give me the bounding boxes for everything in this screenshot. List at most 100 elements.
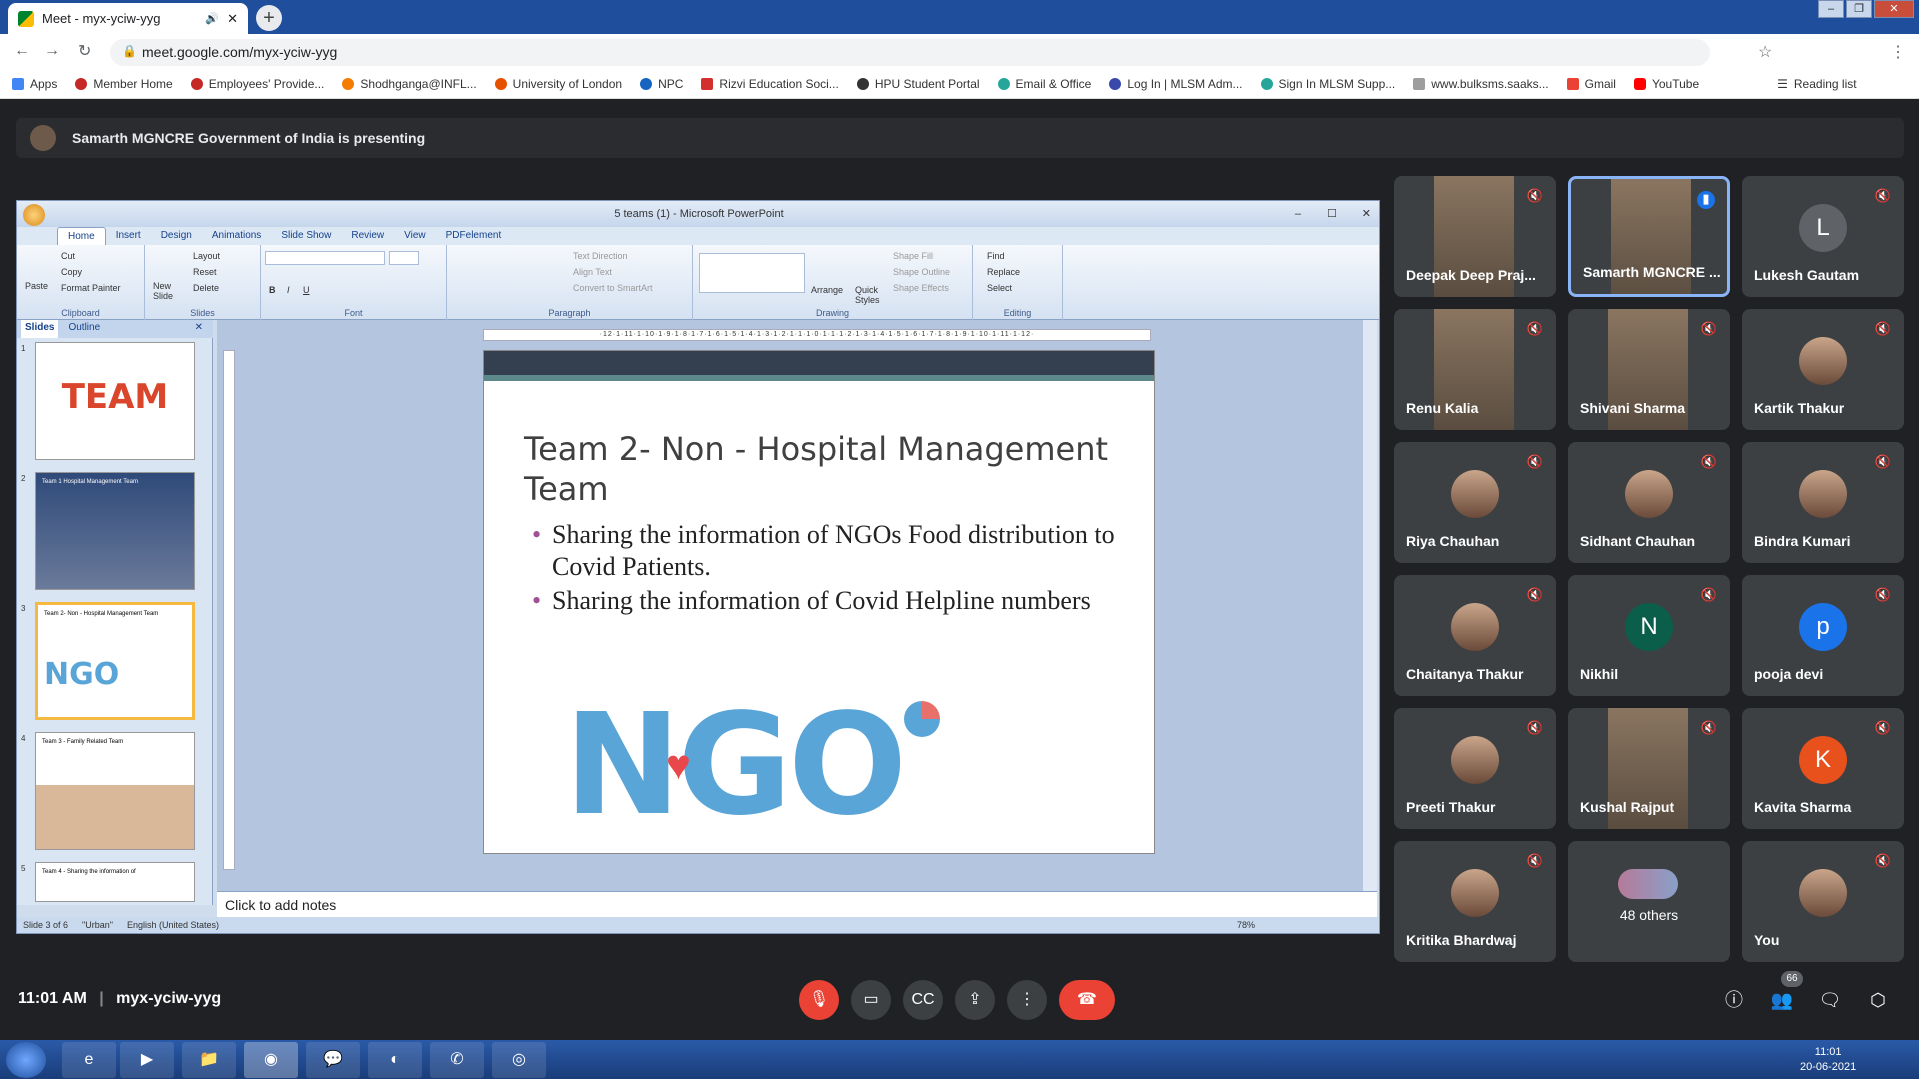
ribbon-tab-animations[interactable]: Animations bbox=[202, 227, 271, 245]
participant-tile[interactable]: Preeti Thakur 🔇 bbox=[1394, 708, 1556, 829]
replace-button[interactable]: Replace bbox=[987, 267, 1020, 277]
ribbon-tab-insert[interactable]: Insert bbox=[106, 227, 151, 245]
url-input[interactable]: 🔒 meet.google.com/myx-yciw-yyg bbox=[110, 39, 1710, 66]
bookmark-item[interactable]: Log In | MLSM Adm... bbox=[1109, 77, 1243, 91]
chat-button[interactable]: 🗨 bbox=[1815, 985, 1845, 1015]
participant-tile[interactable]: Sidhant Chauhan 🔇 bbox=[1568, 442, 1730, 563]
notes-pane[interactable]: Click to add notes bbox=[217, 891, 1377, 917]
font-name-select[interactable] bbox=[265, 251, 385, 265]
close-pane-icon[interactable]: ✕ bbox=[191, 320, 207, 338]
slide-thumbnail-4[interactable]: Team 3 - Family Related Team bbox=[35, 732, 195, 850]
shape-effects-button[interactable]: Shape Effects bbox=[893, 283, 949, 293]
bookmark-item[interactable]: NPC bbox=[640, 77, 683, 91]
quick-styles-button[interactable]: Quick Styles bbox=[855, 285, 885, 305]
text-direction-button[interactable]: Text Direction bbox=[573, 251, 628, 261]
participant-tile[interactable]: Kartik Thakur 🔇 bbox=[1742, 309, 1904, 430]
bookmark-item[interactable]: Email & Office bbox=[997, 77, 1091, 91]
start-button[interactable] bbox=[6, 1042, 46, 1078]
star-icon[interactable]: ☆ bbox=[1758, 42, 1772, 62]
ppt-maximize-icon[interactable]: ☐ bbox=[1327, 201, 1337, 227]
bookmark-apps[interactable]: Apps bbox=[12, 77, 57, 91]
ppt-minimize-icon[interactable]: – bbox=[1295, 201, 1301, 227]
meeting-details-button[interactable]: ⓘ bbox=[1719, 985, 1749, 1015]
bold-button[interactable]: B bbox=[269, 285, 276, 295]
edge-taskbar-icon[interactable]: ◐ bbox=[368, 1042, 422, 1078]
vertical-scrollbar[interactable] bbox=[1363, 320, 1377, 905]
shape-outline-button[interactable]: Shape Outline bbox=[893, 267, 950, 277]
bookmark-youtube[interactable]: YouTube bbox=[1633, 77, 1699, 91]
cut-button[interactable]: Cut bbox=[61, 251, 75, 261]
participant-tile[interactable]: Kushal Rajput 🔇 bbox=[1568, 708, 1730, 829]
participant-tile[interactable]: N Nikhil 🔇 bbox=[1568, 575, 1730, 696]
reading-list[interactable]: ☰ Reading list bbox=[1777, 77, 1856, 91]
system-clock[interactable]: 11:01 20-06-2021 bbox=[1800, 1045, 1856, 1075]
current-slide[interactable]: Team 2- Non - Hospital Management Team S… bbox=[483, 350, 1155, 854]
bookmark-gmail[interactable]: Gmail bbox=[1566, 77, 1616, 91]
browser-tab-meet[interactable]: Meet - myx-yciw-yyg 🔊 ✕ bbox=[8, 3, 248, 34]
minimize-button[interactable]: – bbox=[1818, 0, 1844, 18]
participant-tile[interactable]: Chaitanya Thakur 🔇 bbox=[1394, 575, 1556, 696]
mic-off-button[interactable]: 🎙 bbox=[799, 980, 839, 1020]
layout-button[interactable]: Layout bbox=[193, 251, 220, 261]
shapes-gallery[interactable] bbox=[699, 253, 805, 293]
close-tab-icon[interactable]: ✕ bbox=[227, 11, 238, 27]
bookmark-item[interactable]: Employees' Provide... bbox=[190, 77, 324, 91]
find-button[interactable]: Find bbox=[987, 251, 1005, 261]
participant-tile[interactable]: Kritika Bhardwaj 🔇 bbox=[1394, 841, 1556, 962]
activities-button[interactable]: ⬡ bbox=[1863, 985, 1893, 1015]
office-button-icon[interactable] bbox=[23, 204, 45, 226]
menu-dots-icon[interactable]: ⋮ bbox=[1890, 42, 1906, 62]
participant-tile[interactable]: K Kavita Sharma 🔇 bbox=[1742, 708, 1904, 829]
participant-tile[interactable]: 48 others bbox=[1568, 841, 1730, 962]
delete-button[interactable]: Delete bbox=[193, 283, 219, 293]
new-tab-button[interactable]: + bbox=[256, 5, 282, 31]
ribbon-tab-home[interactable]: Home bbox=[57, 227, 106, 245]
ribbon-tab-pdfelement[interactable]: PDFelement bbox=[436, 227, 512, 245]
bookmark-item[interactable]: Rizvi Education Soci... bbox=[701, 77, 839, 91]
shape-fill-button[interactable]: Shape Fill bbox=[893, 251, 933, 261]
bookmark-item[interactable]: HPU Student Portal bbox=[856, 77, 980, 91]
participant-tile[interactable]: You 🔇 bbox=[1742, 841, 1904, 962]
more-options-button[interactable]: ⋮ bbox=[1007, 980, 1047, 1020]
bookmark-item[interactable]: University of London bbox=[494, 77, 622, 91]
leave-call-button[interactable]: ☎ bbox=[1059, 980, 1115, 1020]
slide-thumbnail-5[interactable]: Team 4 - Sharing the information of bbox=[35, 862, 195, 902]
ribbon-tab-design[interactable]: Design bbox=[151, 227, 202, 245]
whatsapp-taskbar-icon[interactable]: ✆ bbox=[430, 1042, 484, 1078]
back-icon[interactable]: ← bbox=[14, 42, 30, 60]
messaging-taskbar-icon[interactable]: 💬 bbox=[306, 1042, 360, 1078]
app-taskbar-icon[interactable]: ◎ bbox=[492, 1042, 546, 1078]
slide-thumbnail-2[interactable]: Team 1 Hospital Management Team bbox=[35, 472, 195, 590]
slide-thumbnail-3[interactable]: Team 2- Non - Hospital Management Team N… bbox=[35, 602, 195, 720]
reload-icon[interactable]: ↻ bbox=[78, 41, 91, 61]
participant-tile[interactable]: Riya Chauhan 🔇 bbox=[1394, 442, 1556, 563]
underline-button[interactable]: U bbox=[303, 285, 310, 295]
reset-button[interactable]: Reset bbox=[193, 267, 217, 277]
participant-tile[interactable]: L Lukesh Gautam 🔇 bbox=[1742, 176, 1904, 297]
ribbon-tab-view[interactable]: View bbox=[394, 227, 436, 245]
ppt-close-icon[interactable]: ✕ bbox=[1362, 201, 1371, 227]
select-button[interactable]: Select bbox=[987, 283, 1012, 293]
italic-button[interactable]: I bbox=[287, 285, 290, 295]
chrome-taskbar-icon[interactable]: ◉ bbox=[244, 1042, 298, 1078]
media-player-taskbar-icon[interactable]: ▶ bbox=[120, 1042, 174, 1078]
participant-tile[interactable]: Samarth MGNCRE ... ▮ bbox=[1568, 176, 1730, 297]
arrange-button[interactable]: Arrange bbox=[811, 285, 843, 295]
close-window-button[interactable]: ✕ bbox=[1874, 0, 1914, 18]
align-text-button[interactable]: Align Text bbox=[573, 267, 612, 277]
bookmark-item[interactable]: Sign In MLSM Supp... bbox=[1260, 77, 1395, 91]
maximize-button[interactable]: ❐ bbox=[1846, 0, 1872, 18]
copy-button[interactable]: Copy bbox=[61, 267, 82, 277]
captions-button[interactable]: CC bbox=[903, 980, 943, 1020]
bookmark-item[interactable]: Shodhganga@INFL... bbox=[342, 77, 477, 91]
ribbon-tab-review[interactable]: Review bbox=[341, 227, 394, 245]
participant-tile[interactable]: Bindra Kumari 🔇 bbox=[1742, 442, 1904, 563]
explorer-taskbar-icon[interactable]: 📁 bbox=[182, 1042, 236, 1078]
bookmark-item[interactable]: www.bulksms.saaks... bbox=[1413, 77, 1549, 91]
ribbon-tab-slideshow[interactable]: Slide Show bbox=[271, 227, 341, 245]
forward-icon[interactable]: → bbox=[44, 42, 60, 60]
pane-tab-slides[interactable]: Slides bbox=[21, 320, 59, 338]
people-button[interactable]: 👥 66 bbox=[1767, 971, 1803, 1015]
pane-tab-outline[interactable]: Outline bbox=[64, 320, 104, 338]
ie-taskbar-icon[interactable]: e bbox=[62, 1042, 116, 1078]
